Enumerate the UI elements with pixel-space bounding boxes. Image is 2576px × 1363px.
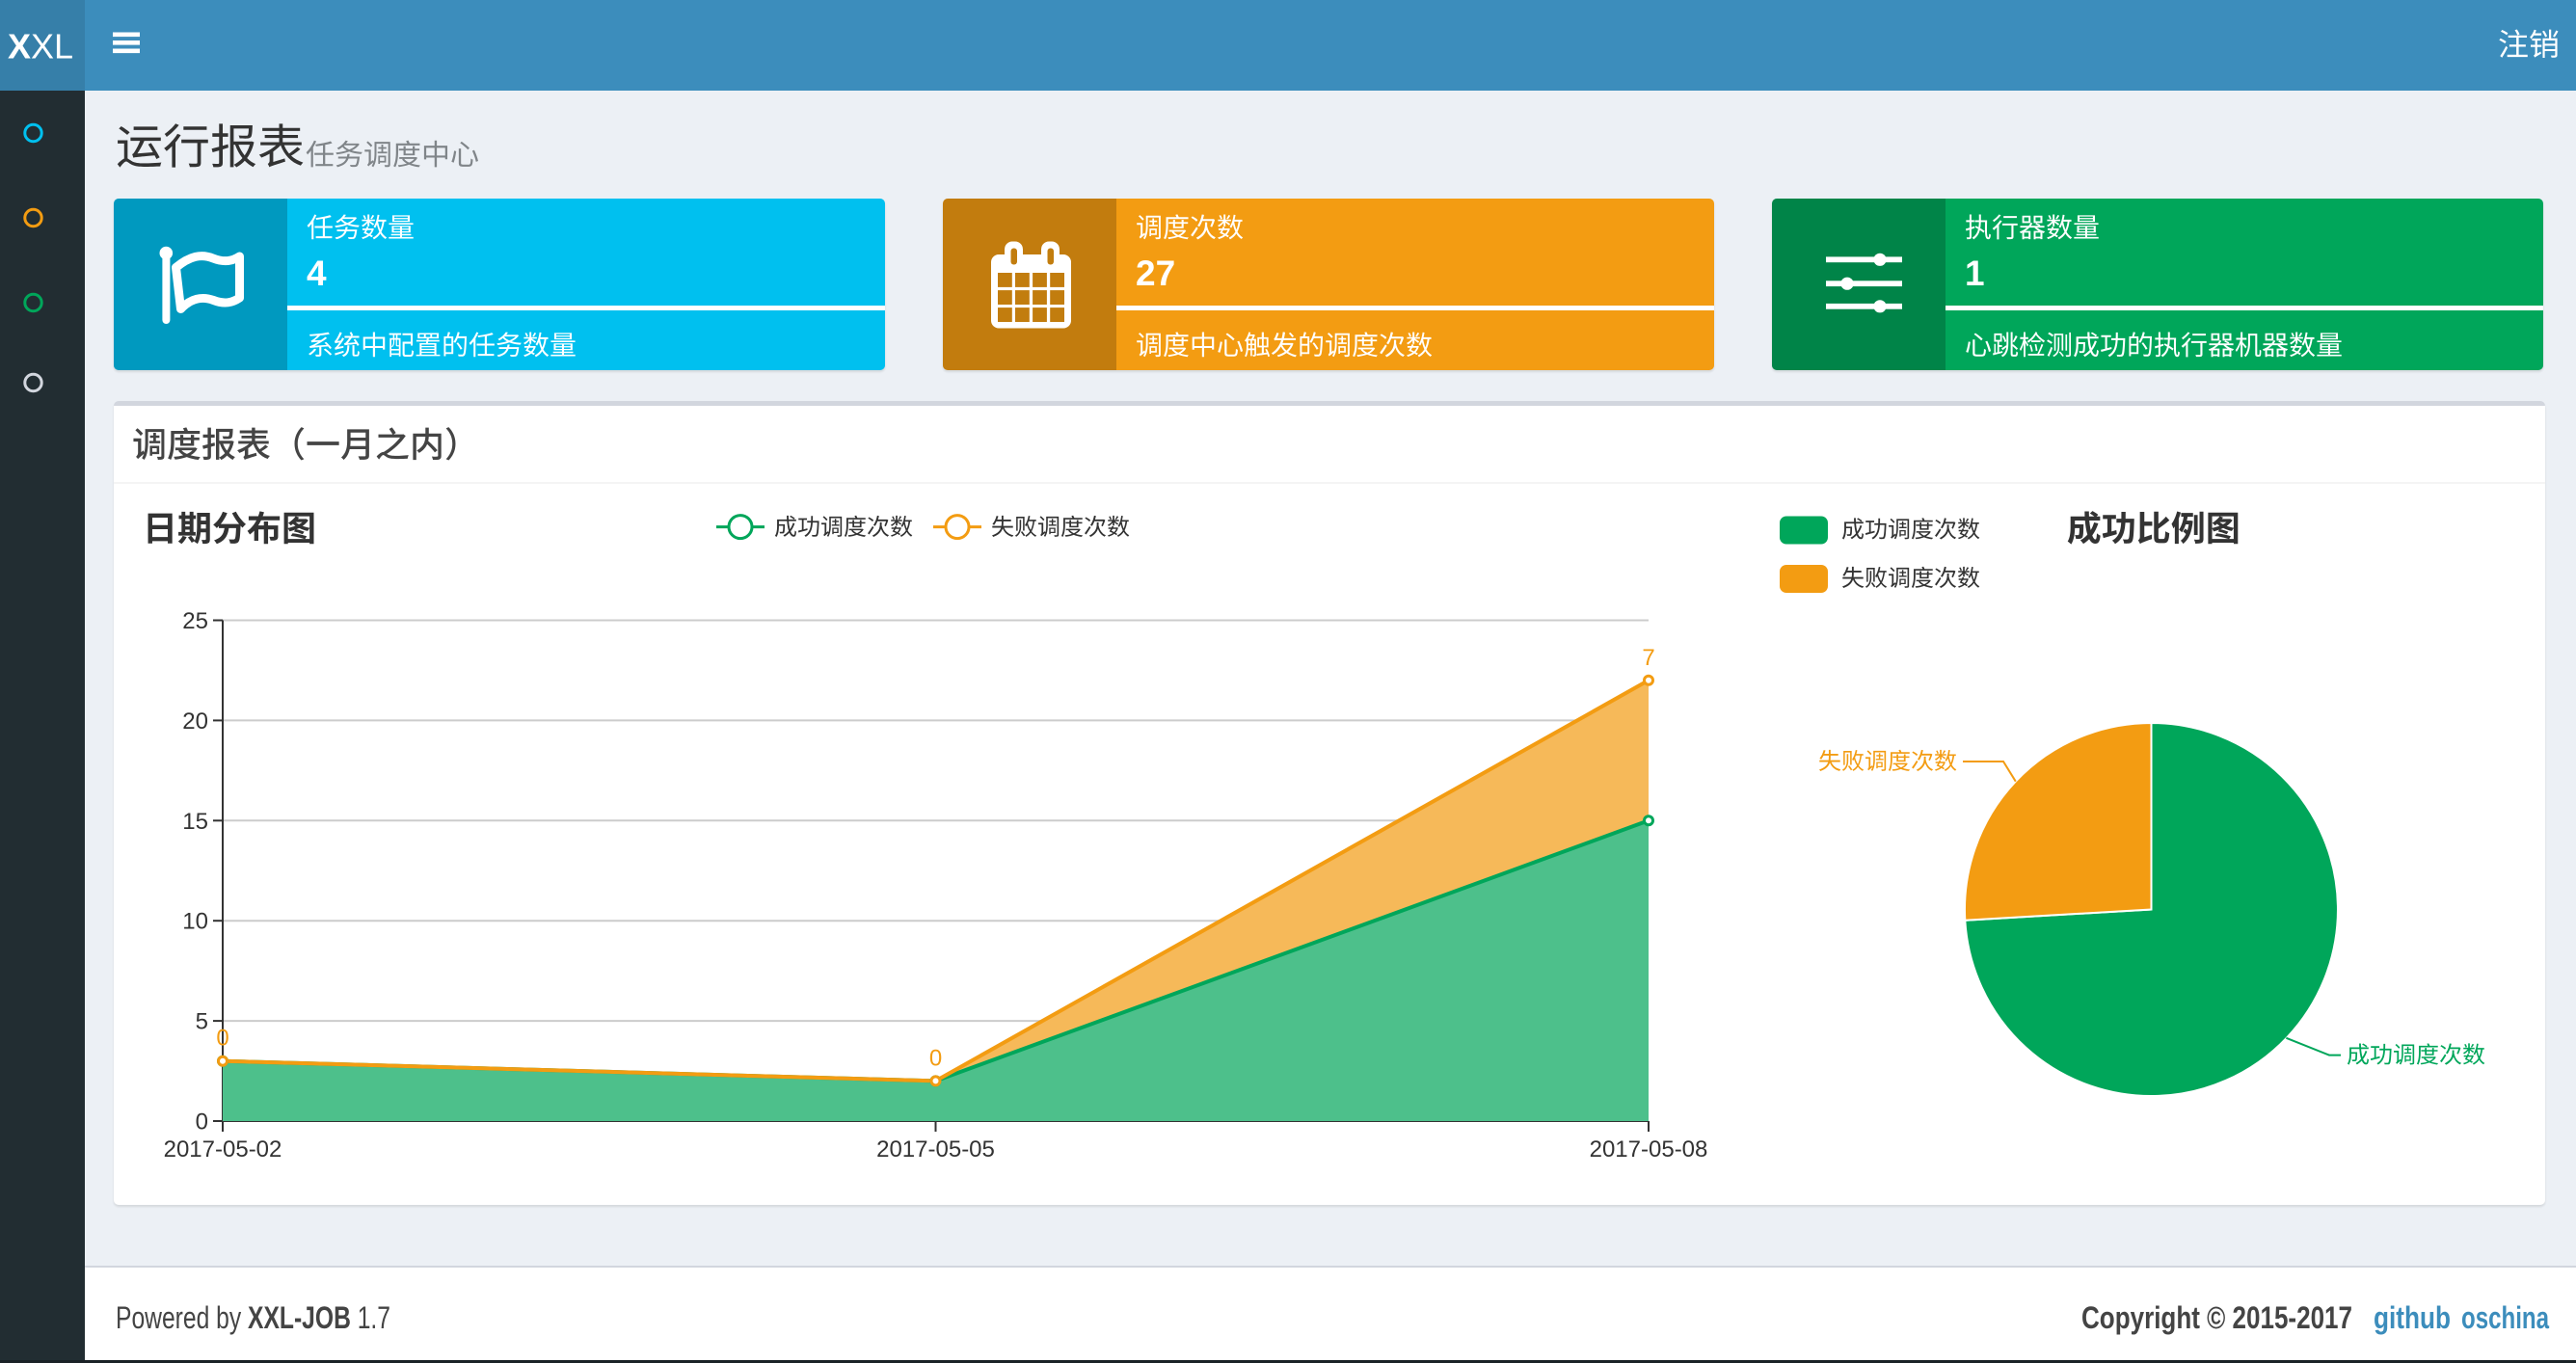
svg-text:4: 4 (307, 254, 327, 293)
svg-text:Copyright © 2015-2017: Copyright © 2015-2017 (2081, 1300, 2352, 1335)
svg-text:7: 7 (1642, 645, 1654, 671)
svg-text:25: 25 (182, 608, 208, 634)
svg-text:0: 0 (196, 1109, 208, 1136)
svg-text:2017-05-02: 2017-05-02 (164, 1136, 282, 1163)
svg-text:10: 10 (182, 909, 208, 935)
svg-text:20: 20 (182, 708, 208, 735)
svg-text:5: 5 (196, 1009, 208, 1035)
svg-text:githuboschina: github oschina (2374, 1300, 2549, 1335)
svg-text:Powered by XXL-JOB 1.7: Powered by XXL-JOB 1.7 (116, 1300, 390, 1335)
svg-text:0: 0 (216, 1026, 228, 1052)
svg-text:27: 27 (1136, 254, 1175, 293)
svg-text:1: 1 (1965, 254, 1985, 293)
svg-text:XXL: XXL (8, 27, 73, 67)
svg-text:0: 0 (929, 1045, 942, 1071)
svg-text:2017-05-05: 2017-05-05 (876, 1136, 995, 1163)
svg-text:2017-05-08: 2017-05-08 (1590, 1136, 1708, 1163)
svg-text:15: 15 (182, 809, 208, 835)
